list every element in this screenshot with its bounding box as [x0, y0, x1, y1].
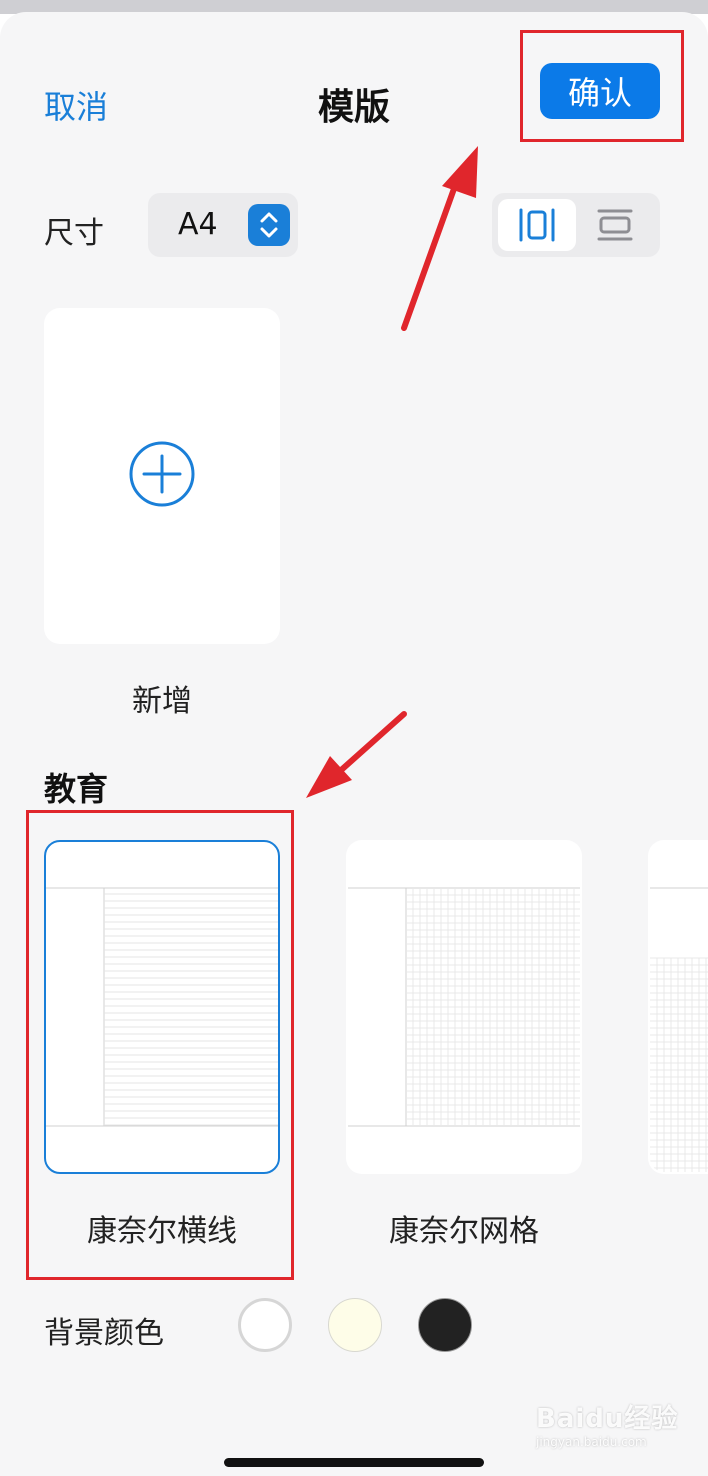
- color-swatch-cream[interactable]: [328, 1298, 382, 1352]
- chevron-up-down-icon: [248, 204, 290, 246]
- portrait-option[interactable]: [498, 199, 576, 251]
- landscape-icon: [597, 209, 633, 241]
- cornell-grid-preview: [348, 887, 580, 1127]
- cornell-lines-preview: [46, 887, 278, 1127]
- partial-grid-preview: [650, 887, 708, 1172]
- size-value: A4: [178, 207, 218, 242]
- section-title-education: 教育: [44, 770, 109, 808]
- portrait-icon: [519, 208, 555, 242]
- confirm-button[interactable]: 确认: [540, 63, 660, 119]
- template-card-cornell-grid[interactable]: [346, 840, 582, 1174]
- landscape-option[interactable]: [576, 199, 654, 251]
- color-swatch-white[interactable]: [238, 1298, 292, 1352]
- template-card-partial[interactable]: [648, 840, 708, 1174]
- template-sheet: 取消 模版 确认 尺寸 A4 新增 教育 康奈尔横线 康奈尔网格 背景颜色: [0, 12, 708, 1476]
- color-swatch-black[interactable]: [418, 1298, 472, 1352]
- new-template-label: 新增: [132, 684, 192, 719]
- watermark: Baidu经验 jingyan.baidu.com: [536, 1398, 696, 1449]
- home-indicator: [224, 1458, 484, 1467]
- watermark-url: jingyan.baidu.com: [536, 1435, 647, 1449]
- orientation-toggle: [492, 193, 660, 257]
- size-label: 尺寸: [44, 216, 104, 251]
- background-color-label: 背景颜色: [44, 1316, 164, 1351]
- cancel-button[interactable]: 取消: [44, 82, 108, 128]
- new-template-card[interactable]: [44, 308, 280, 644]
- template-label-cornell-lines: 康奈尔横线: [87, 1214, 237, 1249]
- template-card-cornell-lines[interactable]: [44, 840, 280, 1174]
- size-selector[interactable]: A4: [148, 193, 298, 257]
- plus-circle-icon: [129, 441, 195, 507]
- watermark-logo: Baidu经验: [536, 1404, 679, 1434]
- template-label-cornell-grid: 康奈尔网格: [389, 1214, 539, 1249]
